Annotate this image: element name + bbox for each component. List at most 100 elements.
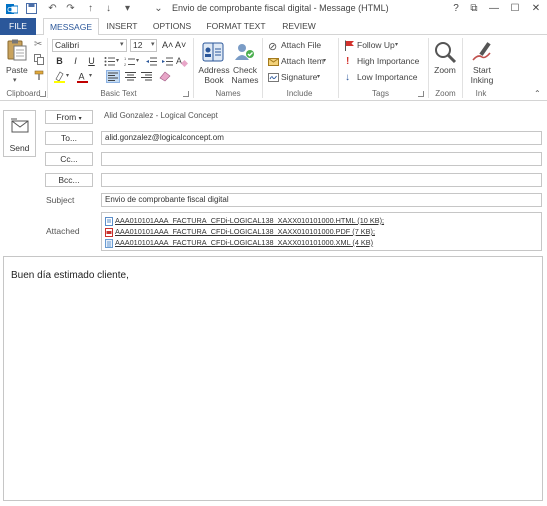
start-inking-label-2[interactable]: Inking [466, 75, 498, 85]
check-names-label-1[interactable]: Check [229, 65, 261, 75]
signature-dropdown-icon[interactable]: ▾ [317, 73, 320, 80]
shrink-font-button[interactable]: A˅ [175, 39, 186, 51]
attachment-item[interactable]: AAA010101AAA_FACTURA_CFDi-LOGICAL138_XAX… [105, 216, 384, 226]
paperclip-icon[interactable]: ⊘ [268, 40, 279, 53]
low-importance-button[interactable]: Low Importance [357, 72, 417, 82]
numbering-icon[interactable]: 12 [124, 56, 135, 67]
save-icon[interactable] [25, 2, 38, 15]
names-group-label: Names [215, 89, 241, 98]
high-importance-icon[interactable]: ! [346, 56, 357, 67]
attachment-item[interactable]: AAA010101AAA_FACTURA_CFDi-LOGICAL138_XAX… [105, 227, 375, 237]
paste-button[interactable]: Paste [6, 65, 28, 75]
attach-item-icon[interactable] [268, 56, 279, 67]
paste-icon[interactable] [5, 38, 29, 62]
basic-text-launcher-icon[interactable] [183, 91, 189, 97]
bullets-dropdown-icon[interactable]: ▾ [116, 57, 119, 64]
send-button[interactable]: Send [3, 110, 36, 157]
zoom-button[interactable]: Zoom [430, 65, 460, 75]
zoom-icon[interactable] [433, 40, 457, 64]
help-button[interactable]: ? [448, 1, 464, 16]
svg-text:A: A [79, 72, 85, 82]
decrease-indent-icon[interactable] [146, 56, 157, 67]
font-size-dropdown-icon[interactable]: ▾ [151, 40, 155, 48]
font-color-icon[interactable]: A [77, 71, 88, 83]
address-book-icon[interactable] [201, 40, 225, 64]
font-name-dropdown-icon[interactable]: ▾ [120, 40, 124, 48]
align-left-button[interactable] [106, 70, 120, 83]
check-names-label-2[interactable]: Names [229, 75, 261, 85]
title-bar: O ↶ ↷ ↑ ↓ ▾ ⌄ Envio de comprobante fisca… [0, 0, 547, 18]
clear-formatting-icon[interactable]: A [176, 55, 189, 68]
close-button[interactable]: ✕ [528, 1, 544, 16]
paste-dropdown-icon[interactable]: ▾ [13, 76, 17, 84]
follow-up-dropdown-icon[interactable]: ▾ [395, 41, 398, 48]
svg-text:1: 1 [124, 56, 127, 61]
format-painter-icon[interactable] [34, 70, 45, 81]
send-envelope-icon [11, 117, 29, 135]
numbering-dropdown-icon[interactable]: ▾ [136, 57, 139, 64]
clipboard-launcher-icon[interactable] [40, 91, 46, 97]
redo-icon[interactable]: ↷ [64, 2, 77, 15]
attachment-item[interactable]: AAA010101AAA_FACTURA_CFDi-LOGICAL138_XAX… [105, 238, 373, 248]
signature-button[interactable]: Signature [281, 72, 317, 82]
font-color-dropdown-icon[interactable]: ▾ [89, 72, 92, 79]
underline-button[interactable]: U [86, 55, 97, 67]
message-body-editor[interactable]: Buen día estimado cliente, [3, 256, 543, 501]
address-book-label-2[interactable]: Book [198, 75, 230, 85]
tab-review[interactable]: REVIEW [277, 18, 321, 35]
increase-indent-icon[interactable] [162, 56, 173, 67]
check-names-icon[interactable] [233, 40, 257, 64]
signature-icon[interactable] [268, 72, 279, 83]
highlight-dropdown-icon[interactable]: ▾ [66, 72, 69, 79]
from-button[interactable]: From ▾ [45, 110, 93, 124]
zoom-group-label: Zoom [435, 89, 456, 98]
high-importance-button[interactable]: High Importance [357, 56, 419, 66]
to-field[interactable]: alid.gonzalez@logicalconcept.om [101, 131, 542, 145]
follow-up-flag-icon[interactable] [344, 40, 355, 51]
font-name-combo[interactable]: Calibri [52, 39, 127, 52]
tab-insert[interactable]: INSERT [102, 18, 142, 35]
low-importance-icon[interactable]: ↓ [345, 72, 356, 83]
attach-item-button[interactable]: Attach Item [281, 56, 324, 66]
qat-dropdown-icon[interactable]: ⌄ [152, 2, 165, 15]
tab-format-text[interactable]: FORMAT TEXT [201, 18, 271, 35]
bcc-button[interactable]: Bcc... [45, 173, 93, 187]
align-center-icon[interactable] [125, 71, 136, 82]
to-button[interactable]: To... [45, 131, 93, 145]
highlight-color-icon[interactable] [54, 71, 65, 83]
attach-file-button[interactable]: Attach File [281, 40, 321, 50]
eraser-icon[interactable] [159, 71, 171, 82]
tab-message[interactable]: MESSAGE [43, 18, 99, 36]
subject-field[interactable]: Envio de comprobante fiscal digital [101, 193, 542, 207]
bold-button[interactable]: B [54, 55, 65, 67]
bullets-icon[interactable] [104, 56, 115, 67]
send-label: Send [9, 143, 30, 153]
ribbon-display-options-button[interactable]: ⧉ [466, 1, 482, 16]
address-book-label-1[interactable]: Address [198, 65, 230, 75]
up-arrow-icon[interactable]: ↑ [84, 2, 97, 15]
tab-options[interactable]: OPTIONS [149, 18, 195, 35]
minimize-button[interactable]: — [486, 1, 502, 16]
cut-icon[interactable]: ✂ [34, 39, 45, 50]
italic-button[interactable]: I [70, 55, 81, 67]
grow-font-button[interactable]: A˄ [162, 39, 173, 51]
ink-group-label: Ink [475, 89, 487, 98]
customize-qat-icon[interactable]: ▾ [121, 2, 134, 15]
maximize-button[interactable]: ☐ [507, 1, 523, 16]
xml-file-icon [105, 238, 113, 248]
start-inking-icon[interactable] [470, 40, 494, 64]
start-inking-label-1[interactable]: Start [466, 65, 498, 75]
bcc-field[interactable] [101, 173, 542, 187]
follow-up-button[interactable]: Follow Up [357, 40, 395, 50]
tab-file[interactable]: FILE [0, 18, 36, 35]
attach-item-dropdown-icon[interactable]: ▾ [323, 57, 326, 64]
collapse-ribbon-icon[interactable]: ⌃ [534, 89, 541, 98]
align-right-icon[interactable] [141, 71, 152, 82]
cc-button[interactable]: Cc... [45, 152, 93, 166]
basic-text-group-label: Basic Text [100, 89, 137, 98]
copy-icon[interactable] [34, 54, 45, 65]
cc-field[interactable] [101, 152, 542, 166]
down-arrow-icon[interactable]: ↓ [102, 2, 115, 15]
undo-icon[interactable]: ↶ [46, 2, 59, 15]
tags-launcher-icon[interactable] [418, 91, 424, 97]
